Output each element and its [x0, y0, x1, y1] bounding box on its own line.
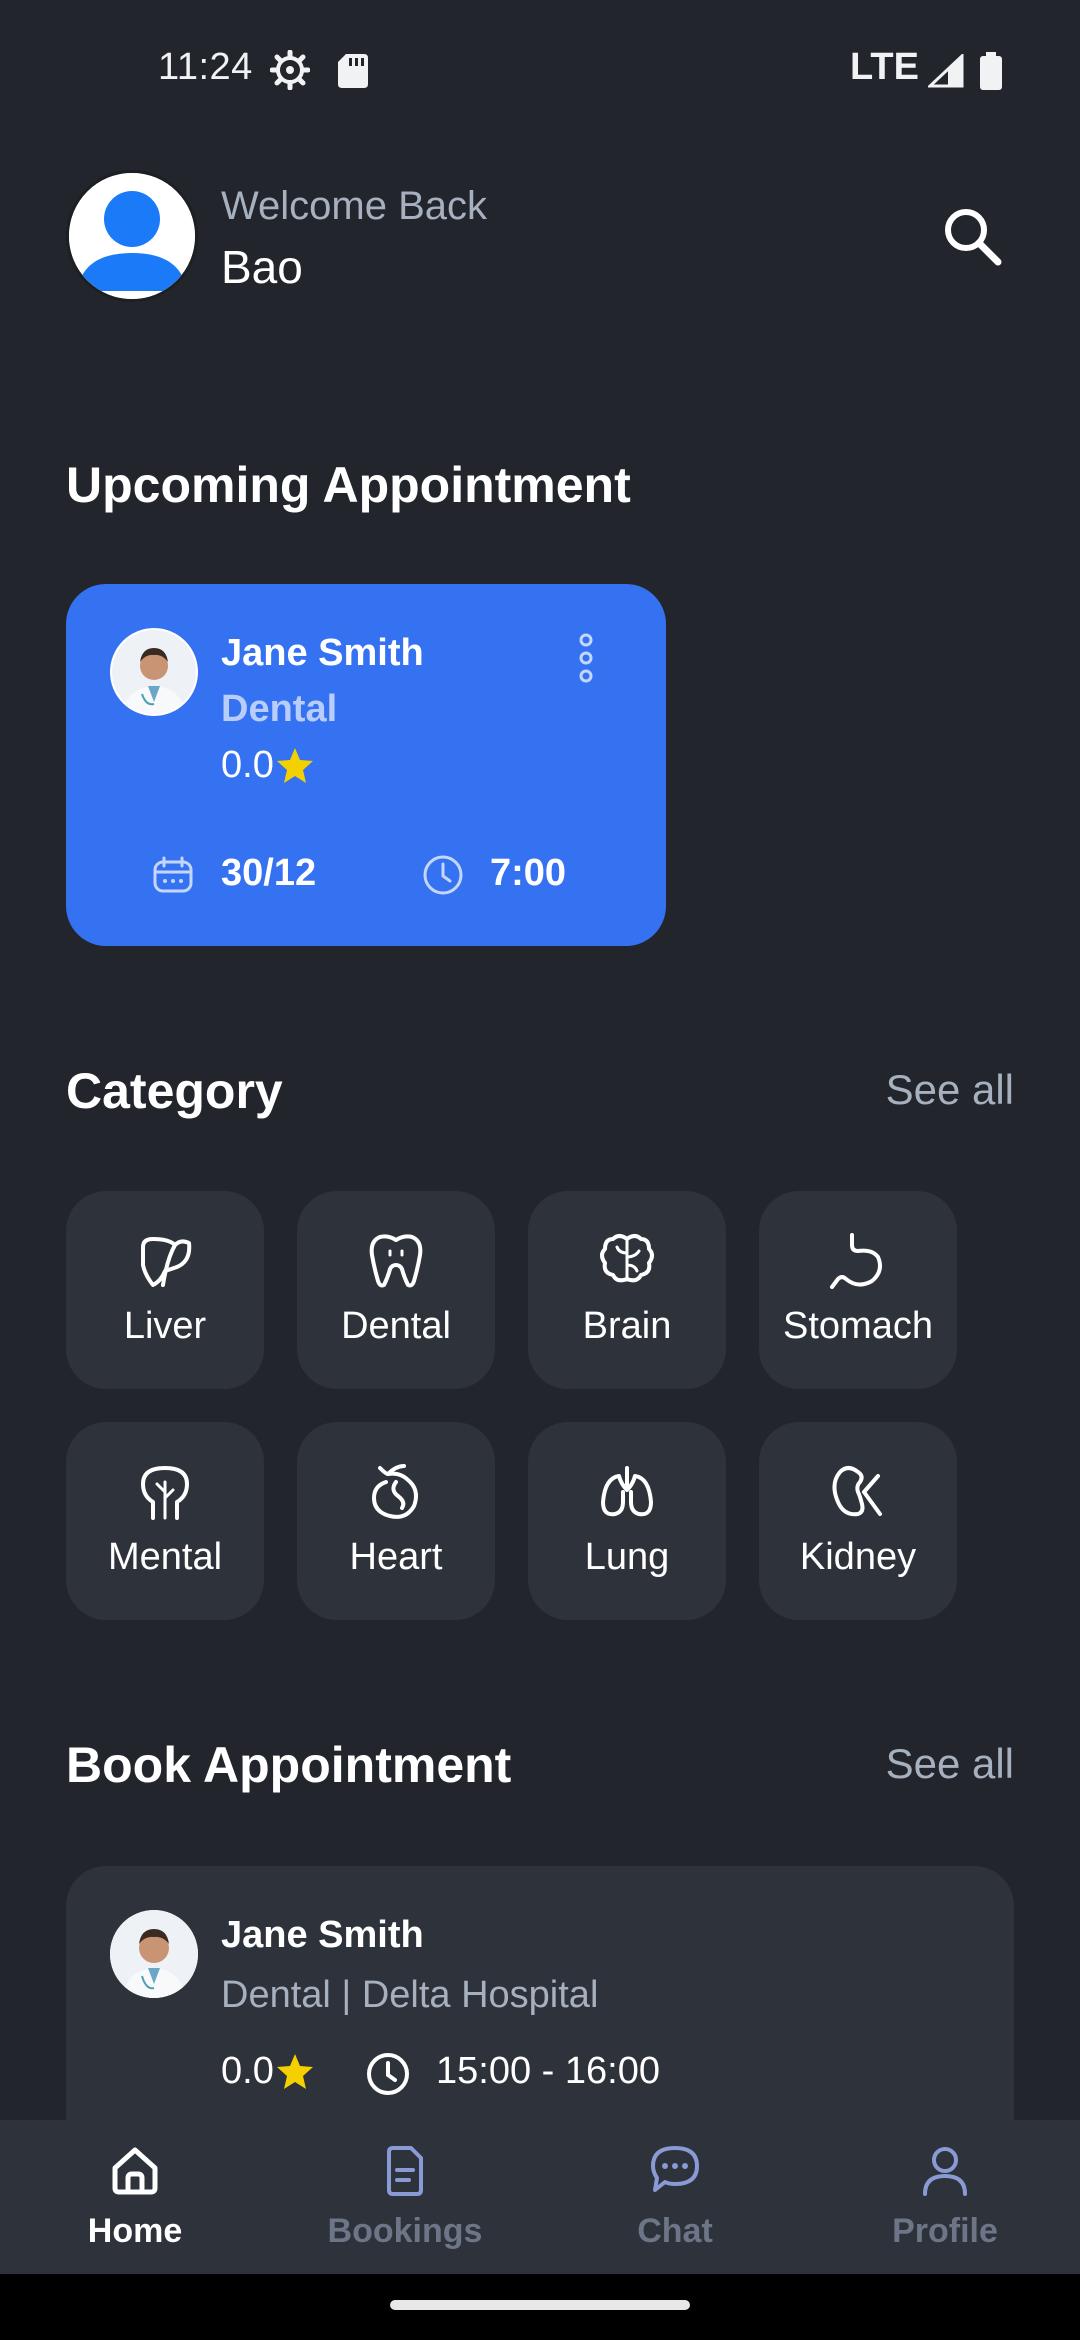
home-icon — [112, 2147, 158, 2195]
doctor-avatar — [110, 1910, 198, 1998]
category-brain[interactable]: Brain — [528, 1191, 726, 1389]
star-icon — [277, 748, 313, 783]
doctor-specialty: Dental — [221, 688, 338, 730]
doctor-photo-icon — [110, 1910, 198, 1998]
stomach-icon — [830, 1233, 882, 1289]
bottom-navigation: Home Bookings Chat Profile — [0, 2120, 1080, 2274]
tooth-icon — [369, 1234, 423, 1288]
category-label: Mental — [107, 1536, 223, 1578]
calendar-icon — [153, 856, 193, 893]
clock-icon — [423, 855, 463, 895]
category-label: Heart — [349, 1536, 443, 1578]
category-mental[interactable]: Mental — [66, 1422, 264, 1620]
username: Bao — [221, 241, 303, 293]
doctor-avatar — [110, 628, 198, 716]
network-type: LTE — [850, 46, 919, 88]
profile-icon — [923, 2147, 967, 2196]
upcoming-title: Upcoming Appointment — [66, 457, 631, 513]
clock-icon — [367, 2053, 409, 2095]
appointment-date: 30/12 — [221, 852, 317, 894]
category-see-all-link[interactable]: See all — [886, 1066, 1014, 1114]
signal-icon — [928, 54, 964, 88]
category-label: Lung — [584, 1536, 670, 1578]
category-kidney[interactable]: Kidney — [759, 1422, 957, 1620]
nav-label: Bookings — [327, 2212, 483, 2250]
category-lung[interactable]: Lung — [528, 1422, 726, 1620]
kidney-icon — [832, 1466, 882, 1517]
brain-icon — [600, 1234, 654, 1283]
category-label: Stomach — [783, 1305, 933, 1347]
nav-label: Profile — [892, 2212, 998, 2250]
heart-icon — [371, 1464, 418, 1519]
chat-icon — [651, 2146, 699, 2192]
category-label: Brain — [582, 1305, 672, 1347]
nav-profile[interactable]: Profile — [810, 2120, 1080, 2274]
settings-gear-icon — [270, 50, 310, 90]
doctor-name: Jane Smith — [221, 1914, 424, 1956]
status-time: 11:24 — [158, 46, 253, 88]
nav-bookings[interactable]: Bookings — [270, 2120, 540, 2274]
appointment-time: 7:00 — [490, 852, 567, 894]
battery-icon — [980, 52, 1002, 90]
welcome-text: Welcome Back — [221, 184, 488, 228]
home-gesture-pill[interactable] — [390, 2300, 690, 2310]
category-heart[interactable]: Heart — [297, 1422, 495, 1620]
star-icon — [277, 2054, 313, 2089]
doctor-specialty-hospital: Dental | Delta Hospital — [221, 1974, 599, 2016]
status-bar: 11:24 LTE — [0, 0, 1080, 140]
category-label: Liver — [123, 1305, 207, 1347]
category-label: Kidney — [799, 1536, 917, 1578]
doctor-photo-icon — [112, 630, 196, 714]
book-appointment-title: Book Appointment — [66, 1737, 512, 1793]
doctor-rating: 0.0 — [221, 2050, 274, 2092]
more-options-icon[interactable] — [576, 632, 596, 684]
document-icon — [387, 2146, 423, 2196]
nav-home[interactable]: Home — [0, 2120, 270, 2274]
lung-icon — [601, 1466, 653, 1517]
category-stomach[interactable]: Stomach — [759, 1191, 957, 1389]
category-dental[interactable]: Dental — [297, 1191, 495, 1389]
liver-icon — [141, 1237, 192, 1287]
doctor-rating: 0.0 — [221, 744, 274, 786]
category-title: Category — [66, 1063, 283, 1119]
search-icon[interactable] — [936, 200, 1008, 272]
home-screen: 11:24 LTE Welcome Back Bao Upcoming Appo… — [0, 0, 1080, 2340]
category-liver[interactable]: Liver — [66, 1191, 264, 1389]
upcoming-appointment-card[interactable]: Jane Smith Dental 0.0 30/12 7:00 — [66, 584, 666, 946]
nav-chat[interactable]: Chat — [540, 2120, 810, 2274]
nav-label: Chat — [637, 2212, 713, 2250]
mental-icon — [141, 1466, 189, 1520]
sd-card-icon — [338, 54, 368, 88]
book-see-all-link[interactable]: See all — [886, 1740, 1014, 1788]
doctor-name: Jane Smith — [221, 632, 424, 674]
category-label: Dental — [341, 1305, 451, 1347]
appointment-time-range: 15:00 - 16:00 — [436, 2050, 660, 2092]
user-avatar[interactable] — [66, 170, 198, 302]
nav-label: Home — [87, 2212, 183, 2250]
user-avatar-icon — [69, 173, 195, 299]
gesture-bar — [0, 2274, 1080, 2340]
